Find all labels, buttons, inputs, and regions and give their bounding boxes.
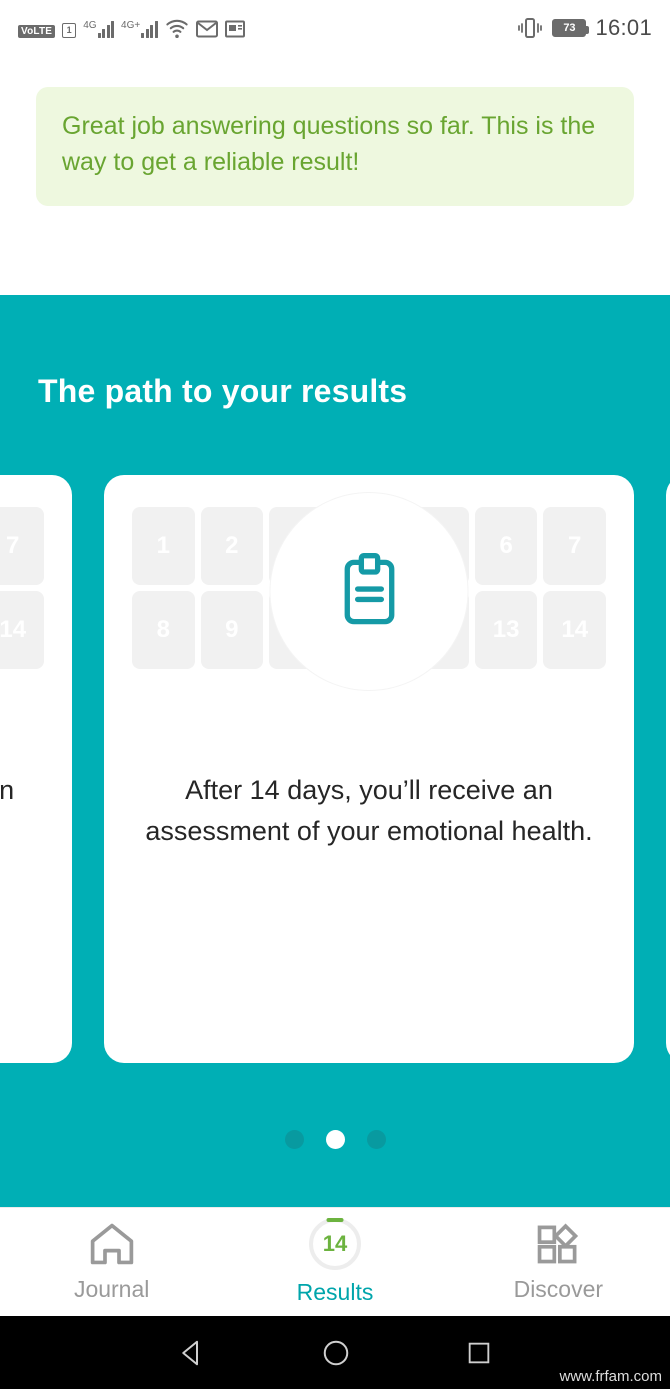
grid-shapes-icon (538, 1223, 579, 1264)
day-cell: 14 (543, 591, 606, 669)
home-icon (90, 1223, 133, 1265)
results-path-section: The path to your results 1 2 3 4 5 6 7 8… (0, 295, 670, 1207)
status-bar: VoLTE 1 4G 4G+ 73 16:01 (0, 0, 670, 55)
nav-item-results[interactable]: 14 Results (223, 1218, 446, 1306)
nav-item-discover[interactable]: Discover (447, 1221, 670, 1303)
page-title: The path to your results (38, 373, 408, 409)
clock: 16:01 (595, 14, 652, 40)
carousel-pagination[interactable] (0, 1130, 670, 1149)
badge-count: 14 (322, 1231, 348, 1256)
wifi-icon (166, 19, 188, 38)
day-cell: 6 (474, 507, 538, 585)
day-cell: 13 (474, 591, 538, 669)
card-description: Answer questions every day for an assess… (0, 775, 15, 805)
network-label-1: 4G (83, 19, 97, 31)
signal-4g-icon: 4G (83, 19, 115, 38)
pagination-dot-1[interactable] (284, 1130, 304, 1149)
pagination-dot-2[interactable] (325, 1130, 345, 1149)
clipboard-icon-circle (270, 493, 468, 690)
card-description: After 14 days, you’ll receive an assessm… (145, 775, 593, 846)
sim-1-icon: 1 (62, 22, 77, 38)
status-bar-left: VoLTE 1 4G 4G+ (18, 18, 517, 38)
signal-4gplus-icon: 4G+ (121, 20, 158, 38)
results-carousel[interactable]: 1 2 3 4 5 6 7 8 9 10 11 12 13 14 Answer … (0, 475, 670, 1063)
day-cell: 14 (0, 591, 44, 669)
back-triangle-icon[interactable] (177, 1338, 207, 1368)
vibrate-icon (518, 17, 543, 38)
note-icon (224, 20, 245, 37)
carousel-card-active[interactable]: 1 2 3 4 5 6 7 8 9 10 11 12 13 14 (104, 475, 634, 1063)
day-cell: 8 (132, 591, 195, 669)
nav-item-journal[interactable]: Journal (0, 1221, 223, 1303)
banner-message: Great job answering questions so far. Th… (62, 112, 596, 176)
signal-bars-1 (97, 20, 115, 38)
battery-icon: 73 (552, 18, 590, 37)
recents-square-icon[interactable] (465, 1339, 493, 1367)
watermark: www.frfam.com (559, 1368, 662, 1385)
nav-label-results: Results (296, 1279, 374, 1305)
gmail-icon (195, 20, 218, 37)
pagination-dot-3[interactable] (366, 1130, 386, 1149)
calendar-grid: 1 2 3 4 5 6 7 8 9 10 11 12 13 14 (0, 507, 72, 669)
network-label-2: 4G+ (121, 19, 141, 31)
volte-icon: VoLTE (18, 24, 56, 38)
day-cell: 7 (543, 507, 606, 585)
progress-badge-icon: 14 (308, 1218, 361, 1270)
nav-label-journal: Journal (73, 1276, 150, 1302)
card-description: personalised (666, 770, 670, 811)
banner-container: Great job answering questions so far. Th… (0, 55, 670, 206)
clipboard-icon (344, 552, 394, 624)
carousel-card-previous[interactable]: 1 2 3 4 5 6 7 8 9 10 11 12 13 14 Answer … (0, 475, 72, 1063)
carousel-card-next[interactable]: personalised (666, 475, 670, 1063)
bottom-navigation: Journal 14 Results Discover (0, 1207, 670, 1316)
day-cell: 9 (200, 591, 264, 669)
encouragement-banner: Great job answering questions so far. Th… (36, 87, 634, 206)
signal-bars-2 (141, 20, 158, 38)
day-cell: 2 (200, 507, 264, 585)
nav-label-discover: Discover (513, 1276, 604, 1302)
android-navigation-bar: www.frfam.com (0, 1316, 670, 1389)
day-cell: 1 (132, 507, 195, 585)
day-cell: 7 (0, 507, 44, 585)
home-circle-icon[interactable] (321, 1338, 351, 1368)
status-bar-right: 73 16:01 (517, 15, 652, 41)
